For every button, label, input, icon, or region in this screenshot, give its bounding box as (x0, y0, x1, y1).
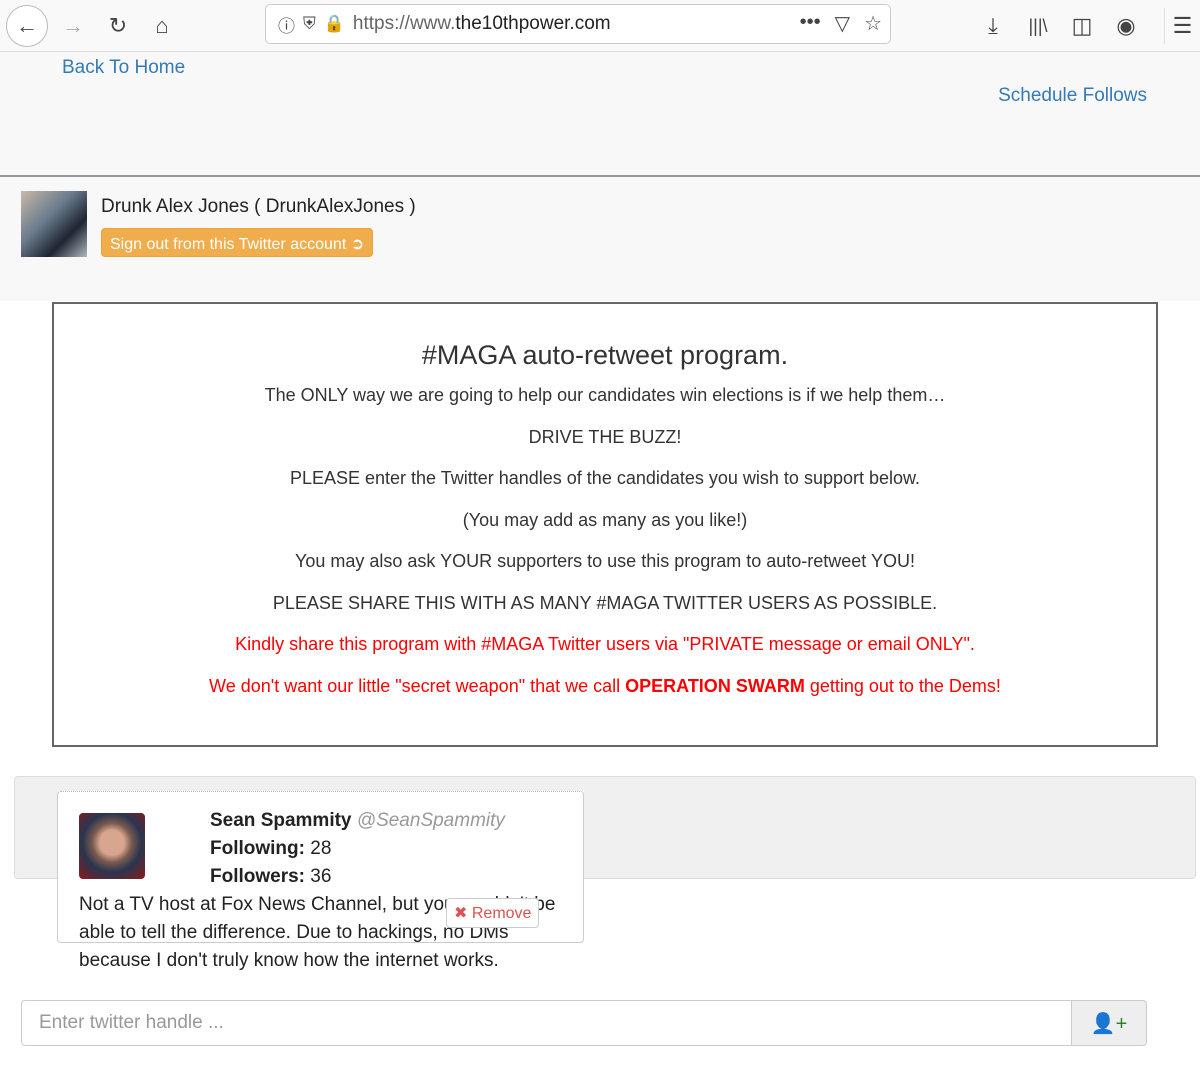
download-icon[interactable]: ⤓ (975, 8, 1011, 44)
sign-out-icon: ➲ (350, 236, 365, 253)
user-plus-icon: 👤+ (1090, 1012, 1128, 1035)
program-title: #MAGA auto-retweet program. (421, 340, 789, 370)
url-domain: the10thpower.com (455, 13, 611, 34)
pocket-icon[interactable]: ▽ (835, 11, 850, 36)
twitter-handle-input[interactable] (21, 1000, 1072, 1046)
candidate-handle: @SeanSpammity (356, 810, 505, 831)
add-handle-group: 👤+ (21, 1000, 1147, 1046)
remove-label: Remove (471, 905, 532, 922)
operation-name: OPERATION SWARM (625, 675, 805, 696)
schedule-follows-link[interactable]: Schedule Follows (998, 85, 1147, 107)
candidate-name: Sean Spammity (210, 810, 352, 831)
star-icon[interactable]: ☆ (864, 11, 882, 36)
url-prefix: https://www. (352, 13, 456, 34)
candidate-name-row: Sean Spammity @SeanSpammity (210, 810, 505, 832)
following-label: Following: (210, 838, 305, 859)
lock-icon: 🔒 (323, 14, 345, 33)
avatar (21, 191, 87, 257)
warning-post: getting out to the Dems! (804, 675, 1001, 696)
library-icon[interactable]: |||\ (1020, 8, 1056, 44)
program-line: You may also ask YOUR supporters to use … (295, 551, 915, 571)
info-icon[interactable]: ⓘ (278, 12, 295, 37)
reload-icon[interactable]: ↻ (100, 8, 136, 44)
url-text[interactable]: https://www.the10thpower.com (353, 13, 611, 35)
account-icon[interactable]: ◉ (1108, 8, 1144, 44)
remove-button[interactable]: ✖ Remove (446, 898, 540, 928)
program-line: PLEASE enter the Twitter handles of the … (289, 468, 921, 488)
sidebar-icon[interactable]: ◫ (1064, 8, 1100, 44)
followers-count: 36 (310, 866, 332, 887)
sign-out-button[interactable]: Sign out from this Twitter account ➲ (101, 228, 374, 257)
sign-out-label: Sign out from this Twitter account (110, 236, 347, 253)
account-name: Drunk Alex Jones ( DrunkAlexJones ) (101, 196, 416, 217)
menu-icon[interactable]: ☰ (1164, 8, 1200, 44)
program-line: PLEASE SHARE THIS WITH AS MANY #MAGA TWI… (272, 592, 938, 613)
page-header: Back To Home Schedule Follows (0, 52, 1200, 177)
back-to-home-link[interactable]: Back To Home (62, 57, 185, 79)
program-warning-secret: We don't want our little "secret weapon"… (54, 676, 1156, 698)
close-icon: ✖ (454, 905, 468, 922)
back-icon[interactable]: ← (6, 5, 48, 47)
following-row: Following: 28 (210, 838, 331, 860)
program-warning: Kindly share this program with #MAGA Twi… (235, 634, 975, 654)
account-section: Drunk Alex Jones ( DrunkAlexJones ) Sign… (0, 177, 1200, 301)
add-user-button[interactable]: 👤+ (1072, 1000, 1147, 1046)
home-icon[interactable]: ⌂ (144, 8, 180, 44)
warning-pre: We don't want our little "secret weapon"… (209, 675, 626, 696)
following-count: 28 (310, 838, 332, 859)
program-info-box: #MAGA auto-retweet program. The ONLY way… (52, 302, 1158, 747)
candidate-avatar (79, 813, 145, 879)
followers-row: Followers: 36 (210, 866, 331, 888)
address-bar[interactable]: ⓘ ⛨ 🔒 https://www.the10thpower.com ••• ▽… (265, 4, 891, 44)
more-icon[interactable]: ••• (800, 11, 821, 36)
followers-label: Followers: (210, 866, 306, 887)
forward-icon[interactable]: → (55, 8, 91, 44)
browser-toolbar: ← → ↻ ⌂ ⓘ ⛨ 🔒 https://www.the10thpower.c… (0, 0, 1200, 52)
program-line: DRIVE THE BUZZ! (528, 426, 682, 447)
program-line: (You may add as many as you like!) (462, 509, 748, 530)
shield-icon[interactable]: ⛨ (303, 14, 316, 34)
program-line: The ONLY way we are going to help our ca… (264, 385, 946, 405)
